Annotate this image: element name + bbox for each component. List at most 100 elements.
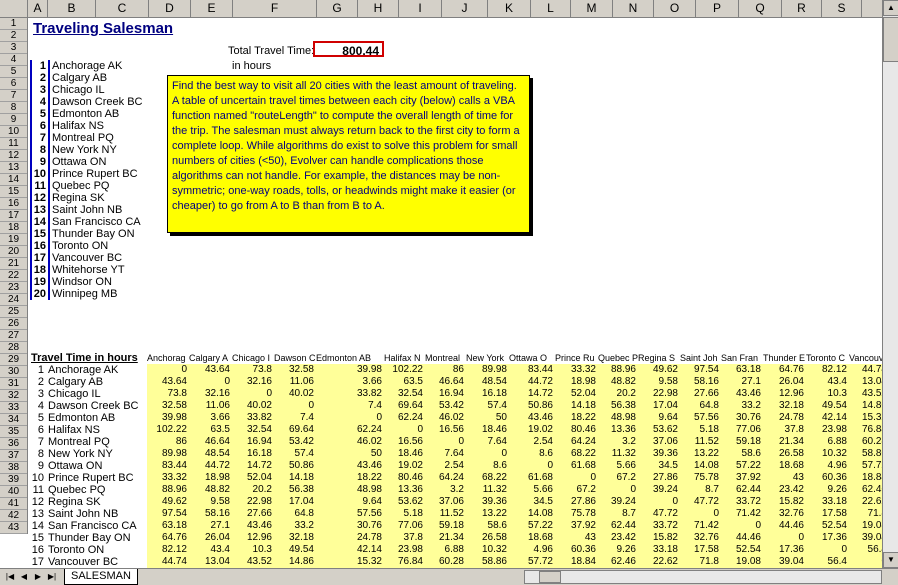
matrix-cell[interactable]: 39.98 [316, 364, 384, 376]
matrix-cell[interactable]: 0 [425, 436, 466, 448]
matrix-cell[interactable]: 22.62 [638, 556, 680, 568]
matrix-cell[interactable]: 60.36 [806, 472, 849, 484]
matrix-cell[interactable]: 18.98 [555, 376, 598, 388]
column-header-f[interactable]: F [233, 0, 317, 17]
matrix-cell[interactable]: 37.06 [425, 496, 466, 508]
matrix-cell[interactable]: 18.22 [555, 412, 598, 424]
matrix-cell[interactable]: 13.22 [680, 448, 721, 460]
matrix-cell[interactable]: 46.02 [425, 412, 466, 424]
matrix-cell[interactable]: 5.66 [598, 460, 638, 472]
matrix-cell[interactable]: 61.68 [509, 472, 555, 484]
matrix-cell[interactable]: 62.44 [721, 484, 763, 496]
matrix-cell[interactable]: 10.3 [806, 388, 849, 400]
row-header[interactable]: 28 [0, 342, 27, 354]
matrix-cell[interactable]: 0 [555, 472, 598, 484]
matrix-cell[interactable]: 58.6 [721, 448, 763, 460]
matrix-cell[interactable]: 0 [466, 448, 509, 460]
matrix-cell[interactable]: 62.24 [384, 412, 425, 424]
matrix-cell[interactable]: 53.42 [425, 400, 466, 412]
matrix-cell[interactable]: 53.62 [384, 496, 425, 508]
row-header[interactable]: 22 [0, 270, 27, 282]
matrix-cell[interactable]: 7.64 [466, 436, 509, 448]
route-stop[interactable]: 17 Vancouver BC [30, 252, 122, 264]
matrix-cell[interactable]: 44.74 [147, 556, 189, 568]
column-header-i[interactable]: I [399, 0, 442, 17]
route-stop[interactable]: 15 Thunder Bay ON [30, 228, 135, 240]
matrix-cell[interactable]: 0 [509, 460, 555, 472]
matrix-cell[interactable]: 32.76 [680, 532, 721, 544]
row-header[interactable]: 36 [0, 438, 27, 450]
matrix-cell[interactable]: 18.68 [763, 460, 806, 472]
matrix-cell[interactable]: 16.56 [384, 436, 425, 448]
matrix-cell[interactable]: 44.74 [849, 364, 882, 376]
matrix-cell[interactable]: 22.62 [849, 496, 882, 508]
matrix-cell[interactable]: 20.2 [598, 388, 638, 400]
route-stop-number[interactable]: 18 [30, 264, 50, 276]
matrix-cell[interactable]: 0 [189, 376, 232, 388]
row-header[interactable]: 41 [0, 498, 27, 510]
matrix-cell[interactable]: 75.78 [555, 508, 598, 520]
route-stop-number[interactable]: 20 [30, 288, 50, 300]
matrix-cell[interactable]: 50 [316, 448, 384, 460]
row-header[interactable]: 12 [0, 150, 27, 162]
matrix-cell[interactable]: 30.76 [316, 520, 384, 532]
route-stop[interactable]: 20 Winnipeg MB [30, 288, 117, 300]
sheet-tab-salesman[interactable]: SALESMAN [64, 569, 138, 585]
column-header-s[interactable]: S [822, 0, 862, 17]
matrix-cell[interactable]: 9.64 [316, 496, 384, 508]
matrix-cell[interactable]: 11.52 [680, 436, 721, 448]
matrix-cell[interactable]: 15.82 [763, 496, 806, 508]
matrix-cell[interactable]: 57.4 [466, 400, 509, 412]
matrix-cell[interactable]: 5.18 [680, 424, 721, 436]
matrix-cell[interactable]: 33.2 [274, 520, 316, 532]
matrix-cell[interactable]: 39.36 [466, 496, 509, 508]
total-travel-time-value[interactable]: 800.44 [313, 41, 384, 58]
matrix-cell[interactable]: 52.54 [721, 544, 763, 556]
matrix-cell[interactable]: 43.64 [147, 376, 189, 388]
matrix-cell[interactable]: 64.76 [147, 532, 189, 544]
matrix-cell[interactable]: 43 [555, 532, 598, 544]
matrix-cell[interactable]: 39.04 [849, 532, 882, 544]
matrix-cell[interactable]: 56.38 [598, 400, 638, 412]
row-header[interactable]: 43 [0, 522, 27, 534]
matrix-cell[interactable]: 56.4 [806, 556, 849, 568]
route-stop-number[interactable]: 11 [30, 180, 50, 192]
column-header-e[interactable]: E [191, 0, 233, 17]
vertical-scrollbar[interactable]: ▲ ▼ [882, 0, 898, 568]
matrix-cell[interactable]: 61.68 [555, 460, 598, 472]
row-header[interactable]: 2 [0, 30, 27, 42]
row-header[interactable]: 33 [0, 402, 27, 414]
column-header-n[interactable]: N [613, 0, 654, 17]
matrix-cell[interactable]: 59.18 [425, 520, 466, 532]
matrix-cell[interactable]: 34.5 [638, 460, 680, 472]
matrix-cell[interactable]: 43.46 [232, 520, 274, 532]
matrix-cell[interactable]: 18.46 [466, 424, 509, 436]
matrix-cell[interactable]: 43.52 [232, 556, 274, 568]
matrix-cell[interactable]: 37.92 [555, 520, 598, 532]
route-stop[interactable]: 5 Edmonton AB [30, 108, 119, 120]
matrix-cell[interactable]: 9.26 [806, 484, 849, 496]
route-stop-number[interactable]: 7 [30, 132, 50, 144]
route-stop-number[interactable]: 14 [30, 216, 50, 228]
matrix-cell[interactable]: 9.64 [638, 412, 680, 424]
matrix-cell[interactable]: 21.34 [763, 436, 806, 448]
matrix-cell[interactable]: 24.78 [316, 532, 384, 544]
matrix-cell[interactable]: 44.46 [721, 532, 763, 544]
matrix-cell[interactable]: 102.22 [384, 364, 425, 376]
matrix-cell[interactable]: 89.98 [147, 448, 189, 460]
column-header-m[interactable]: M [571, 0, 613, 17]
row-header[interactable]: 19 [0, 234, 27, 246]
matrix-cell[interactable]: 83.44 [509, 364, 555, 376]
matrix-cell[interactable]: 0 [316, 412, 384, 424]
matrix-cell[interactable]: 26.58 [763, 448, 806, 460]
route-stop-number[interactable]: 19 [30, 276, 50, 288]
matrix-cell[interactable]: 88.96 [598, 364, 638, 376]
matrix-cell[interactable]: 22.98 [638, 388, 680, 400]
route-stop-number[interactable]: 5 [30, 108, 50, 120]
route-stop-number[interactable]: 6 [30, 120, 50, 132]
route-stop-number[interactable]: 15 [30, 228, 50, 240]
matrix-cell[interactable]: 8.7 [598, 508, 638, 520]
matrix-cell[interactable]: 82.12 [806, 364, 849, 376]
matrix-cell[interactable]: 16.18 [232, 448, 274, 460]
matrix-cell[interactable]: 33.82 [232, 412, 274, 424]
